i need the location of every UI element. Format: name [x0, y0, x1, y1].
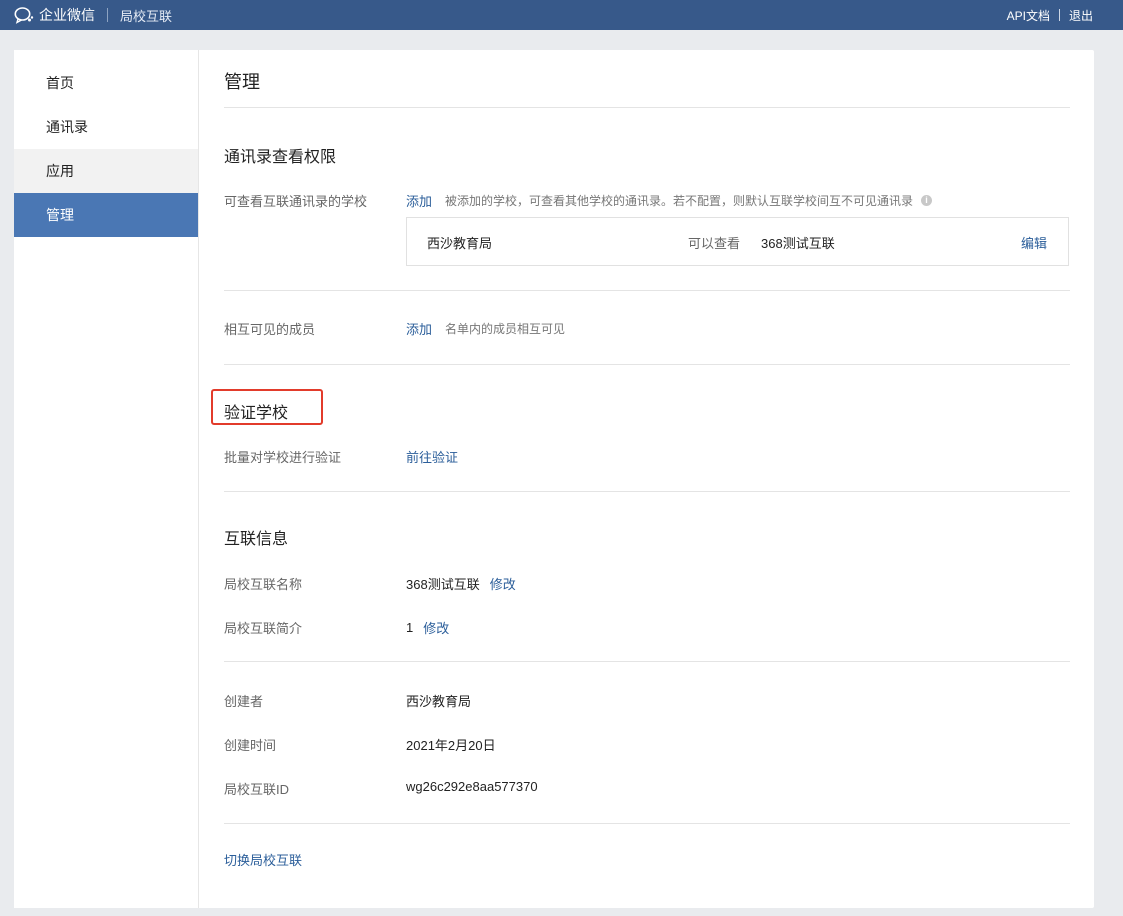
- sidebar-item-manage[interactable]: 管理: [14, 193, 198, 237]
- divider: [224, 823, 1070, 824]
- intro-row: 1 修改: [406, 618, 449, 637]
- logout-link[interactable]: 退出: [1069, 7, 1093, 24]
- entry-relation: 可以查看: [688, 236, 741, 251]
- creator-label: 创建者: [224, 694, 264, 709]
- created-time-value: 2021年2月20日: [406, 738, 496, 753]
- sidebar: 首页 通讯录 应用 管理: [14, 50, 199, 908]
- divider: [224, 290, 1070, 291]
- section-title-verify: 验证学校: [224, 405, 289, 422]
- sidebar-item-home[interactable]: 首页: [14, 61, 198, 105]
- school-permission-entry: 西沙教育局 可以查看 368测试互联 编辑: [406, 217, 1069, 266]
- schools-row: 添加 被添加的学校，可查看其他学校的通讯录。若不配置，则默认互联学校间互不可见通…: [406, 191, 933, 210]
- creator-value: 西沙教育局: [406, 694, 472, 709]
- members-hint: 名单内的成员相互可见: [445, 322, 566, 336]
- edit-name-link[interactable]: 修改: [490, 574, 516, 593]
- name-label: 局校互联名称: [224, 577, 303, 592]
- api-docs-link[interactable]: API文档: [1007, 7, 1050, 24]
- name-value: 368测试互联: [406, 577, 480, 592]
- add-school-link[interactable]: 添加: [406, 191, 432, 210]
- members-row: 添加 名单内的成员相互可见: [406, 319, 565, 338]
- main-content: 管理 通讯录查看权限 可查看互联通讯录的学校 添加 被添加的学校，可查看其他学校…: [211, 50, 1070, 908]
- schools-hint: 被添加的学校，可查看其他学校的通讯录。若不配置，则默认互联学校间互不可见通讯录: [445, 194, 914, 208]
- id-value: wg26c292e8aa577370: [406, 779, 538, 794]
- entry-target: 368测试互联: [761, 236, 835, 251]
- created-time-label: 创建时间: [224, 738, 277, 753]
- divider: [224, 491, 1070, 492]
- intro-value: 1: [406, 620, 414, 635]
- page-title: 管理: [224, 72, 260, 92]
- section-title-contacts-permission: 通讯录查看权限: [224, 149, 337, 166]
- switch-interconnect-link[interactable]: 切换局校互联: [224, 850, 302, 869]
- top-links: API文档 退出: [1007, 0, 1093, 30]
- sidebar-item-apps[interactable]: 应用: [14, 149, 198, 193]
- brand-name: 企业微信: [39, 7, 95, 23]
- wecom-logo-icon: [14, 7, 34, 24]
- divider: [224, 107, 1070, 108]
- brand-subtitle: 局校互联: [120, 8, 173, 24]
- batch-verify-label: 批量对学校进行验证: [224, 450, 342, 465]
- brand-divider: [107, 8, 108, 22]
- brand[interactable]: 企业微信 局校互联: [14, 0, 172, 30]
- name-row: 368测试互联 修改: [406, 574, 516, 593]
- content-panel: 首页 通讯录 应用 管理 管理 通讯录查看权限 可查看互联通讯录的学校 添加 被…: [14, 50, 1094, 908]
- members-label: 相互可见的成员: [224, 322, 316, 337]
- id-label: 局校互联ID: [224, 782, 290, 797]
- schools-label: 可查看互联通讯录的学校: [224, 194, 368, 209]
- entry-school: 西沙教育局: [427, 236, 493, 251]
- divider: [224, 661, 1070, 662]
- sidebar-item-contacts[interactable]: 通讯录: [14, 105, 198, 149]
- section-title-info: 互联信息: [224, 531, 289, 548]
- info-icon[interactable]: i: [921, 195, 933, 206]
- edit-intro-link[interactable]: 修改: [423, 618, 449, 637]
- edit-entry-link[interactable]: 编辑: [1021, 233, 1047, 252]
- add-member-link[interactable]: 添加: [406, 319, 432, 338]
- top-bar: 企业微信 局校互联 API文档 退出: [0, 0, 1123, 30]
- goto-verify-link[interactable]: 前往验证: [406, 447, 458, 466]
- intro-label: 局校互联简介: [224, 621, 303, 636]
- top-links-divider: [1058, 9, 1060, 21]
- divider: [224, 364, 1070, 365]
